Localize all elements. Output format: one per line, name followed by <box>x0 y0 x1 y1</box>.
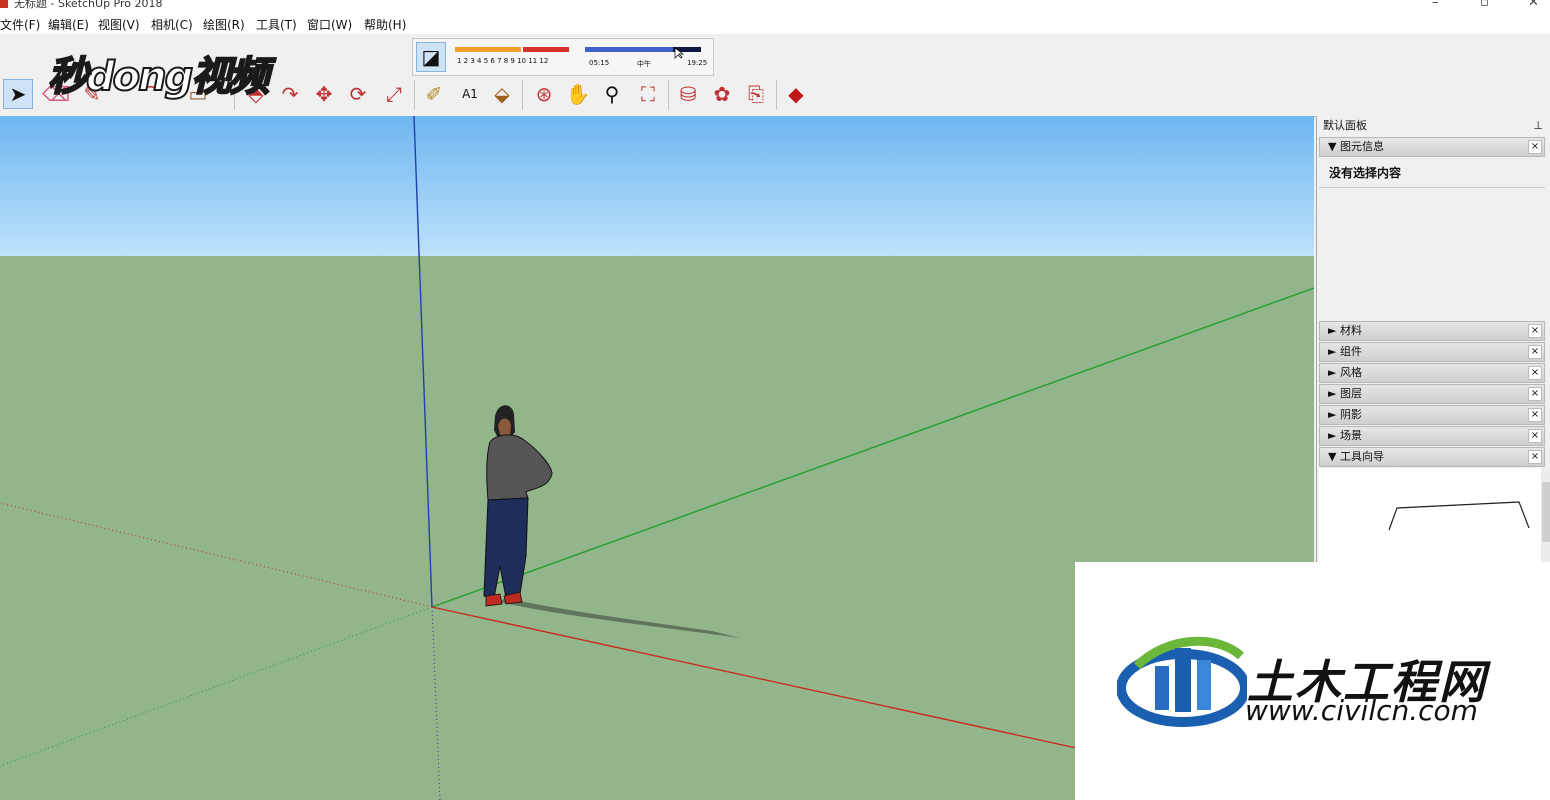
civilcn-logo-icon <box>1117 636 1247 727</box>
paint-bucket-icon[interactable]: ⬙ <box>488 80 516 108</box>
warehouse-icon[interactable]: ⛁ <box>674 80 702 108</box>
civilcn-url: www.civilcn.com <box>1245 694 1478 727</box>
instructor-illustration <box>1388 501 1530 531</box>
watermark-miaodong: 秒dong视频 <box>47 53 270 101</box>
pin-icon[interactable]: ⊥ <box>1533 116 1543 136</box>
menu-help[interactable]: 帮助(H) <box>364 16 406 33</box>
pan-icon[interactable]: ✋ <box>564 80 592 108</box>
rotate-icon[interactable]: ⟳ <box>344 80 372 108</box>
shadow-toggle-icon[interactable]: ◪ <box>416 42 446 72</box>
no-selection-message: 没有选择内容 <box>1319 158 1545 188</box>
menu-edit[interactable]: 编辑(E) <box>48 16 89 33</box>
menu-window[interactable]: 窗口(W) <box>307 16 352 33</box>
menu-tools[interactable]: 工具(T) <box>256 16 297 33</box>
toolbar-separator <box>522 80 523 110</box>
time-end: 19:25 <box>687 59 708 67</box>
watermark-civilcn: 土木工程网 www.civilcn.com <box>1075 562 1550 800</box>
minimize-icon[interactable]: – <box>1432 0 1439 10</box>
close-icon[interactable]: × <box>1528 408 1542 422</box>
panel-instructor[interactable]: ▼ 工具向导 × <box>1319 447 1545 467</box>
panel-label: ► 风格 <box>1328 366 1362 379</box>
panel-label: ► 材料 <box>1328 324 1362 337</box>
time-slider[interactable] <box>583 45 707 59</box>
scale-icon[interactable]: ⤢ <box>380 80 408 108</box>
select-arrow-icon[interactable]: ➤ <box>3 79 33 109</box>
tray-title-text: 默认面板 <box>1323 119 1367 132</box>
toolbar-separator <box>414 80 415 110</box>
panel-label: ► 图层 <box>1328 387 1362 400</box>
time-mid: 中午 <box>637 60 651 68</box>
window-title: 无标题 - SketchUp Pro 2018 <box>14 0 163 10</box>
tape-measure-icon[interactable]: ✐ <box>420 80 448 108</box>
ruby-icon[interactable]: ◆ <box>782 80 810 108</box>
menu-draw[interactable]: 绘图(R) <box>203 16 245 33</box>
month-scale: 1 2 3 4 5 6 7 8 9 10 11 12 <box>457 57 549 65</box>
panel-components[interactable]: ► 组件 × <box>1319 342 1545 362</box>
follow-me-icon[interactable]: ↷ <box>276 80 304 108</box>
entity-info-body: 没有选择内容 <box>1319 158 1545 320</box>
menu-view[interactable]: 视图(V) <box>98 16 140 33</box>
close-icon[interactable]: ✕ <box>1528 0 1539 10</box>
panel-scenes[interactable]: ► 场景 × <box>1319 426 1545 446</box>
panel-entity-info[interactable]: ▼ 图元信息 × <box>1319 137 1545 157</box>
menu-file[interactable]: 文件(F) <box>0 16 40 33</box>
time-start: 05:15 <box>589 59 610 67</box>
panel-label: ► 组件 <box>1328 345 1362 358</box>
sky <box>0 116 1314 256</box>
orbit-icon[interactable]: ⊛ <box>530 80 558 108</box>
menu-bar: 文件(F) 编辑(E) 视图(V) 相机(C) 绘图(R) 工具(T) 窗口(W… <box>0 12 1550 34</box>
maximize-icon[interactable]: ▫ <box>1480 0 1489 10</box>
panel-materials[interactable]: ► 材料 × <box>1319 321 1545 341</box>
menu-camera[interactable]: 相机(C) <box>151 16 193 33</box>
zoom-icon[interactable]: ⚲ <box>598 80 626 108</box>
sketchup-app-icon <box>0 0 8 8</box>
text-icon[interactable]: A1 <box>456 80 484 108</box>
scroll-thumb[interactable] <box>1542 482 1550 542</box>
close-icon[interactable]: × <box>1528 140 1542 154</box>
shadow-toolbar: ◪ 1 2 3 4 5 6 7 8 9 10 11 12 05:15 中午 19… <box>412 38 714 76</box>
tray-title: 默认面板 ⊥ <box>1317 116 1550 136</box>
close-icon[interactable]: × <box>1528 324 1542 338</box>
move-icon[interactable]: ✥ <box>310 80 338 108</box>
panel-label: ► 阴影 <box>1328 408 1362 421</box>
toolbar-area: ◪ 1 2 3 4 5 6 7 8 9 10 11 12 05:15 中午 19… <box>0 34 1550 117</box>
close-icon[interactable]: × <box>1528 345 1542 359</box>
panel-styles[interactable]: ► 风格 × <box>1319 363 1545 383</box>
toolbar-separator <box>776 80 777 110</box>
zoom-extents-icon[interactable]: ⛶ <box>634 80 662 108</box>
panel-label: ► 场景 <box>1328 429 1362 442</box>
month-slider[interactable] <box>453 45 579 55</box>
panel-label: ▼ 图元信息 <box>1328 140 1384 153</box>
panel-label: ▼ 工具向导 <box>1328 450 1384 463</box>
toolbar-separator <box>668 80 669 110</box>
close-icon[interactable]: × <box>1528 387 1542 401</box>
panel-shadows[interactable]: ► 阴影 × <box>1319 405 1545 425</box>
extension-icon[interactable]: ✿ <box>708 80 736 108</box>
close-icon[interactable]: × <box>1528 366 1542 380</box>
close-icon[interactable]: × <box>1528 429 1542 443</box>
close-icon[interactable]: × <box>1528 450 1542 464</box>
send-to-layout-icon[interactable]: ⎘ <box>742 80 770 108</box>
panel-layers[interactable]: ► 图层 × <box>1319 384 1545 404</box>
title-bar: 无标题 - SketchUp Pro 2018 – ▫ ✕ <box>0 0 1550 12</box>
